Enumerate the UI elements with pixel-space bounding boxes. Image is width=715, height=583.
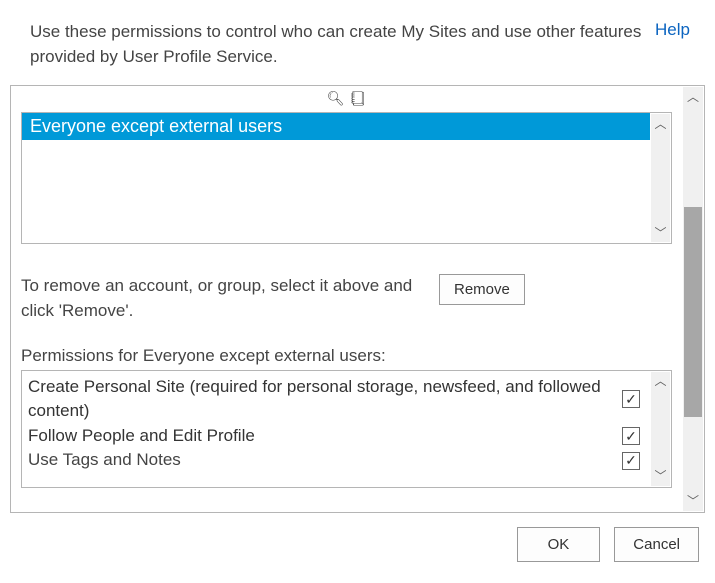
scrollbar-thumb[interactable] [684, 207, 702, 417]
scroll-up-icon[interactable]: ︿ [651, 114, 670, 133]
permission-item: Use Tags and Notes ✓ [28, 448, 644, 473]
accounts-scrollbar[interactable]: ︿ ﹀ [651, 114, 670, 242]
permission-item: Follow People and Edit Profile ✓ [28, 424, 644, 449]
intro-text: Use these permissions to control who can… [30, 20, 643, 69]
check-names-icon[interactable]: 🔍︎ [327, 90, 345, 106]
browse-icon[interactable]: 📒︎ [348, 90, 366, 106]
permission-label: Use Tags and Notes [28, 448, 612, 473]
toolbar-icons: 🔍︎ 📒︎ [21, 90, 672, 108]
permission-checkbox[interactable]: ✓ [622, 390, 640, 408]
permission-label: Create Personal Site (required for perso… [28, 375, 612, 424]
help-link[interactable]: Help [655, 20, 690, 40]
accounts-list-item[interactable]: Everyone except external users [22, 113, 650, 140]
remove-button[interactable]: Remove [439, 274, 525, 305]
remove-instruction: To remove an account, or group, select i… [21, 274, 421, 323]
scroll-down-icon[interactable]: ﹀ [651, 223, 670, 242]
permission-item: Create Personal Site (required for perso… [28, 375, 644, 424]
cancel-button[interactable]: Cancel [614, 527, 699, 562]
permission-label: Follow People and Edit Profile [28, 424, 612, 449]
permissions-listbox[interactable]: Create Personal Site (required for perso… [21, 370, 672, 488]
permissions-scrollbar[interactable]: ︿ ﹀ [651, 372, 670, 486]
scroll-up-icon[interactable]: ︿ [651, 372, 670, 391]
scroll-down-icon[interactable]: ﹀ [651, 467, 670, 486]
permission-checkbox[interactable]: ✓ [622, 452, 640, 470]
permission-checkbox[interactable]: ✓ [622, 427, 640, 445]
scroll-down-icon[interactable]: ﹀ [683, 491, 703, 511]
ok-button[interactable]: OK [517, 527, 601, 562]
permissions-panel: 🔍︎ 📒︎ Everyone except external users ︿ ﹀… [10, 85, 705, 513]
accounts-listbox[interactable]: Everyone except external users ︿ ﹀ [21, 112, 672, 244]
scroll-up-icon[interactable]: ︿ [683, 87, 703, 107]
panel-scrollbar[interactable]: ︿ ﹀ [683, 87, 703, 511]
permissions-label: Permissions for Everyone except external… [21, 346, 672, 366]
